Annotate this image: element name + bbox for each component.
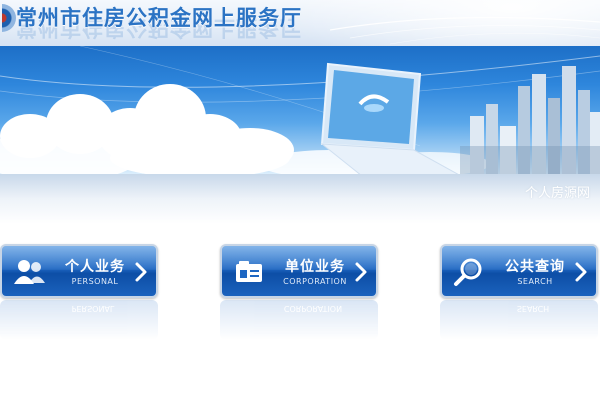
chevron-right-icon [355, 262, 367, 282]
personal-button-reflection: PERSONAL [0, 300, 158, 340]
corporation-business-label: 单位业务 [285, 259, 345, 275]
users-icon [14, 260, 45, 284]
chevron-right-icon [135, 262, 147, 282]
banner-fade [0, 174, 600, 224]
chevron-right-icon [575, 262, 587, 282]
personal-business-sublabel: PERSONAL [71, 277, 119, 286]
personal-business-label: 个人业务 [65, 259, 125, 275]
personal-business-button[interactable]: 个人业务 PERSONAL [0, 244, 158, 298]
search-button-reflection: SEARCH [440, 300, 598, 340]
page-subtitle: 个人房源网 [524, 186, 590, 201]
public-search-label: 公共查询 [505, 259, 565, 275]
header-decoration [330, 16, 600, 45]
corporation-business-sublabel: CORPORATION [283, 277, 347, 286]
public-search-button[interactable]: 公共查询 SEARCH [440, 244, 598, 298]
corporation-business-button[interactable]: 单位业务 CORPORATION [220, 244, 378, 298]
site-title: 常州市住房公积金网上服务厅 [16, 6, 302, 30]
emblem-icon [2, 4, 16, 32]
city-skyline [460, 66, 600, 174]
site-header: 常州市住房公积金网上服务厅 常州市住房公积金网上服务厅 [0, 0, 600, 46]
magnifier-icon [454, 258, 482, 286]
id-card-icon [236, 261, 262, 282]
public-search-sublabel: SEARCH [517, 277, 553, 286]
hero-banner [0, 46, 600, 174]
corporation-button-reflection: CORPORATION [220, 300, 378, 340]
